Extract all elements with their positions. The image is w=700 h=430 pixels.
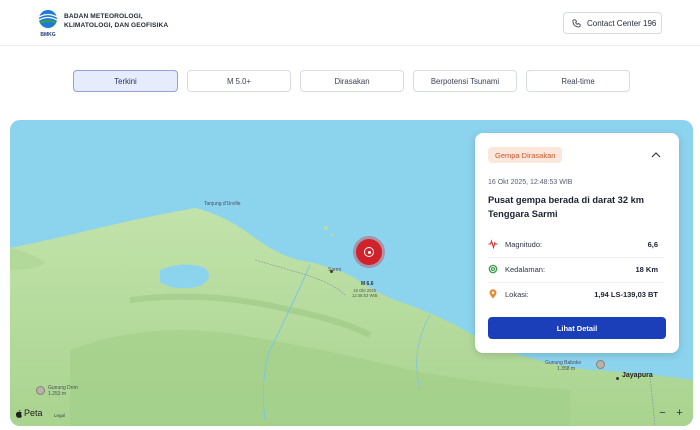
quake-datetime: 16 Okt 2025, 12:48:53 WIB (488, 179, 573, 186)
zoom-in-button[interactable]: + (676, 407, 682, 419)
quake-time-label: 12:48:53 WIB (352, 293, 378, 298)
gunung-baboko-elevation: 1.358 m (557, 366, 576, 372)
tab-m5[interactable]: M 5.0+ (187, 70, 291, 92)
magnitude-row: Magnitudo: 6,6 (488, 237, 658, 251)
tab-dirasakan[interactable]: Dirasakan (300, 70, 404, 92)
quake-headline: Pusat gempa berada di darat 32 km Tengga… (488, 195, 645, 219)
location-pin-icon (488, 289, 498, 299)
location-label: Lokasi: (505, 289, 529, 299)
mountain-icon (36, 386, 45, 395)
depth-value: 18 Km (635, 264, 658, 274)
location-row: Lokasi: 1,94 LS-139,03 BT (488, 287, 658, 301)
contact-center-button[interactable]: Contact Center 196 (563, 12, 662, 34)
filter-tabs: Terkini M 5.0+ Dirasakan Berpotensi Tsun… (73, 70, 630, 92)
zoom-out-button[interactable]: − (659, 407, 665, 419)
magnitude-label: Magnitudo: (505, 239, 543, 249)
earthquake-marker[interactable] (356, 239, 382, 265)
magnitude-value: 6,6 (647, 239, 658, 249)
depth-icon (488, 264, 498, 274)
mountain-icon (596, 360, 605, 369)
jayapura-dot (616, 377, 619, 380)
jayapura-label: Jayapura (622, 372, 653, 379)
top-header: BMKG BADAN METEOROLOGI, KLIMATOLOGI, DAN… (0, 0, 700, 46)
apple-icon (15, 409, 22, 418)
divider (488, 257, 663, 258)
quake-magnitude-label: M 6.6 (361, 281, 374, 287)
map-attribution: Peta (15, 408, 43, 418)
gunung-dom-elevation: 1.253 m (48, 391, 67, 397)
legal-link[interactable]: Legal (54, 413, 65, 418)
felt-earthquake-badge: Gempa Dirasakan (488, 147, 563, 163)
cape-label: Tanjung d'Urville (204, 201, 241, 207)
agency-name: BADAN METEOROLOGI, KLIMATOLOGI, DAN GEOF… (64, 12, 168, 30)
sarmi-label: Sarmi (328, 267, 342, 273)
agency-name-line-1: BADAN METEOROLOGI, (64, 13, 143, 20)
depth-row: Kedalaman: 18 Km (488, 262, 658, 276)
depth-label: Kedalaman: (505, 264, 546, 274)
earthquake-info-card: Gempa Dirasakan 16 Okt 2025, 12:48:53 WI… (475, 133, 679, 353)
agency-name-line-2: KLIMATOLOGI, DAN GEOFISIKA (64, 22, 169, 29)
epicenter-icon (364, 247, 374, 257)
tab-real-time[interactable]: Real-time (526, 70, 630, 92)
svg-text:BMKG: BMKG (40, 32, 55, 38)
tab-terkini[interactable]: Terkini (73, 70, 178, 92)
quake-timestamp-label: 16 Okt 2025 12:48:53 WIB (352, 288, 377, 298)
location-value: 1,94 LS-139,03 BT (594, 289, 658, 299)
tab-berpotensi-tsunami[interactable]: Berpotensi Tsunami (413, 70, 517, 92)
chevron-up-icon[interactable] (651, 151, 661, 159)
map-attribution-label: Peta (24, 408, 43, 418)
activity-icon (488, 239, 498, 249)
contact-center-label: Contact Center 196 (587, 18, 657, 28)
divider (488, 282, 663, 283)
phone-icon (572, 18, 581, 28)
bmkg-logo[interactable]: BMKG (36, 8, 60, 38)
zoom-controls: − + (654, 405, 688, 420)
view-detail-button[interactable]: Lihat Detail (488, 317, 666, 339)
